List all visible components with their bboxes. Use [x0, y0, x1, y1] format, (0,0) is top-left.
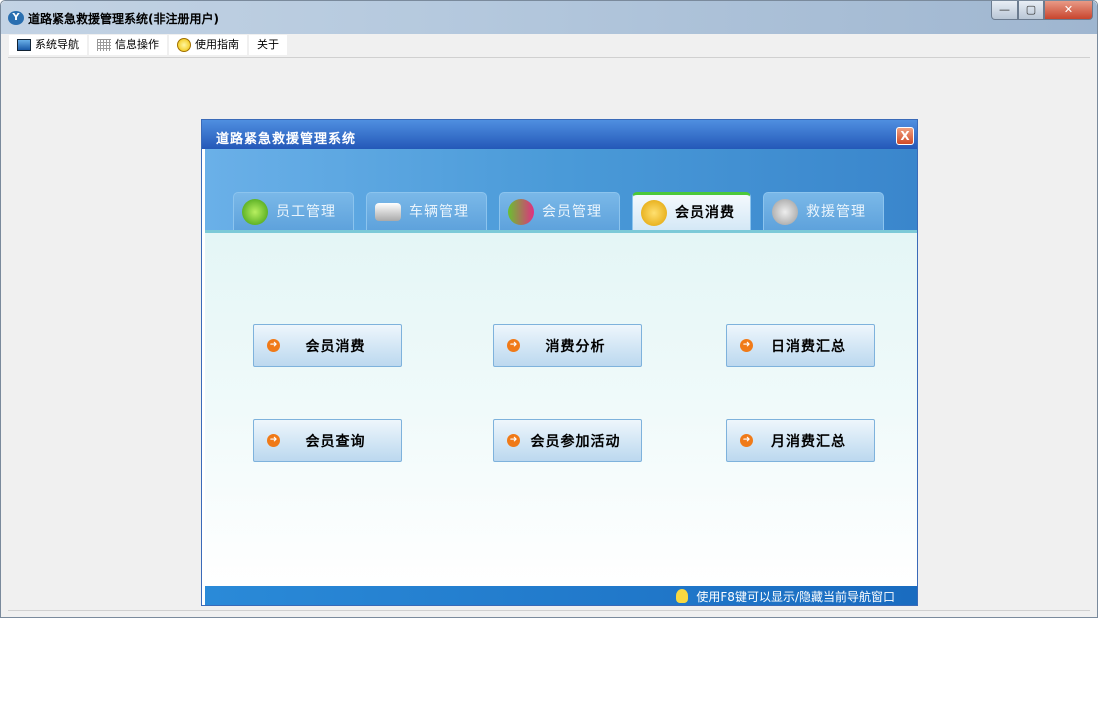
button-label: 会员消费: [305, 338, 366, 355]
banner: 员工管理 车辆管理 会员管理 会员消费 救援管理: [205, 149, 917, 230]
ambulance-icon: [375, 202, 401, 221]
close-button[interactable]: ✕: [1044, 1, 1093, 20]
tab-content: ➜ 会员消费 ➜ 消费分析 ➜ 日消费汇总 ➜ 会员查询 ➜ 会员参加活动 ➜ 月消费汇总: [205, 230, 917, 586]
title-bar: Y 道路紧急救援管理系统(非注册用户) — ▢ ✕: [1, 1, 1097, 34]
tab-label: 会员管理: [542, 203, 602, 220]
button-label: 会员查询: [305, 433, 366, 450]
button-label: 日消费汇总: [771, 338, 846, 355]
tab-label: 救援管理: [806, 203, 866, 220]
minimize-button[interactable]: —: [991, 1, 1018, 20]
arrow-right-icon: ➜: [507, 434, 520, 447]
monitor-icon: [17, 39, 31, 51]
button-label: 会员参加活动: [530, 433, 621, 450]
menu-guide[interactable]: 使用指南: [169, 35, 247, 55]
menu-label: 信息操作: [115, 38, 159, 51]
arrow-right-icon: ➜: [267, 339, 280, 352]
status-bar: 使用F8键可以显示/隐藏当前导航窗口: [205, 584, 917, 605]
tab-rescue[interactable]: 救援管理: [763, 192, 884, 230]
menu-label: 系统导航: [35, 38, 79, 51]
grid-icon: [97, 39, 111, 51]
members-icon: [508, 198, 534, 225]
tab-vehicle[interactable]: 车辆管理: [366, 192, 487, 230]
menu-label: 使用指南: [195, 38, 239, 51]
window-title: 道路紧急救援管理系统(非注册用户): [28, 12, 219, 26]
menu-about[interactable]: 关于: [249, 35, 287, 55]
lightbulb-icon: [676, 589, 689, 603]
status-text: 使用F8键可以显示/隐藏当前导航窗口: [696, 590, 895, 604]
button-label: 消费分析: [545, 338, 606, 355]
button-label: 月消费汇总: [771, 433, 846, 450]
dialog-close-button[interactable]: X: [896, 127, 914, 145]
monthly-summary-button[interactable]: ➜ 月消费汇总: [726, 419, 875, 462]
member-consumption-button[interactable]: ➜ 会员消费: [253, 324, 402, 367]
dialog-title: 道路紧急救援管理系统: [202, 120, 917, 149]
tab-label: 员工管理: [276, 203, 336, 220]
consumption-analysis-button[interactable]: ➜ 消费分析: [493, 324, 642, 367]
arrow-right-icon: ➜: [507, 339, 520, 352]
arrow-right-icon: ➜: [740, 339, 753, 352]
user-icon: [641, 199, 667, 226]
menu-bar: 系统导航 信息操作 使用指南 关于: [9, 35, 287, 55]
member-activity-button[interactable]: ➜ 会员参加活动: [493, 419, 642, 462]
tab-label: 车辆管理: [409, 203, 469, 220]
tab-label: 会员消费: [675, 204, 735, 221]
member-query-button[interactable]: ➜ 会员查询: [253, 419, 402, 462]
arrow-right-icon: ➜: [740, 434, 753, 447]
tab-employee[interactable]: 员工管理: [233, 192, 354, 230]
tab-member-consumption[interactable]: 会员消费: [632, 192, 751, 230]
users-icon: [242, 198, 268, 225]
help-icon: [177, 38, 191, 52]
navigation-dialog: 道路紧急救援管理系统 X 员工管理 车辆管理 会员管理 会员消费 救援管理 ➜ 会…: [201, 119, 918, 606]
daily-summary-button[interactable]: ➜ 日消费汇总: [726, 324, 875, 367]
app-icon: Y: [8, 11, 24, 25]
tab-member[interactable]: 会员管理: [499, 192, 620, 230]
menu-label: 关于: [257, 38, 279, 51]
menu-info-ops[interactable]: 信息操作: [89, 35, 167, 55]
running-person-icon: [772, 198, 798, 225]
menu-system-nav[interactable]: 系统导航: [9, 35, 87, 55]
arrow-right-icon: ➜: [267, 434, 280, 447]
maximize-button[interactable]: ▢: [1018, 1, 1044, 20]
